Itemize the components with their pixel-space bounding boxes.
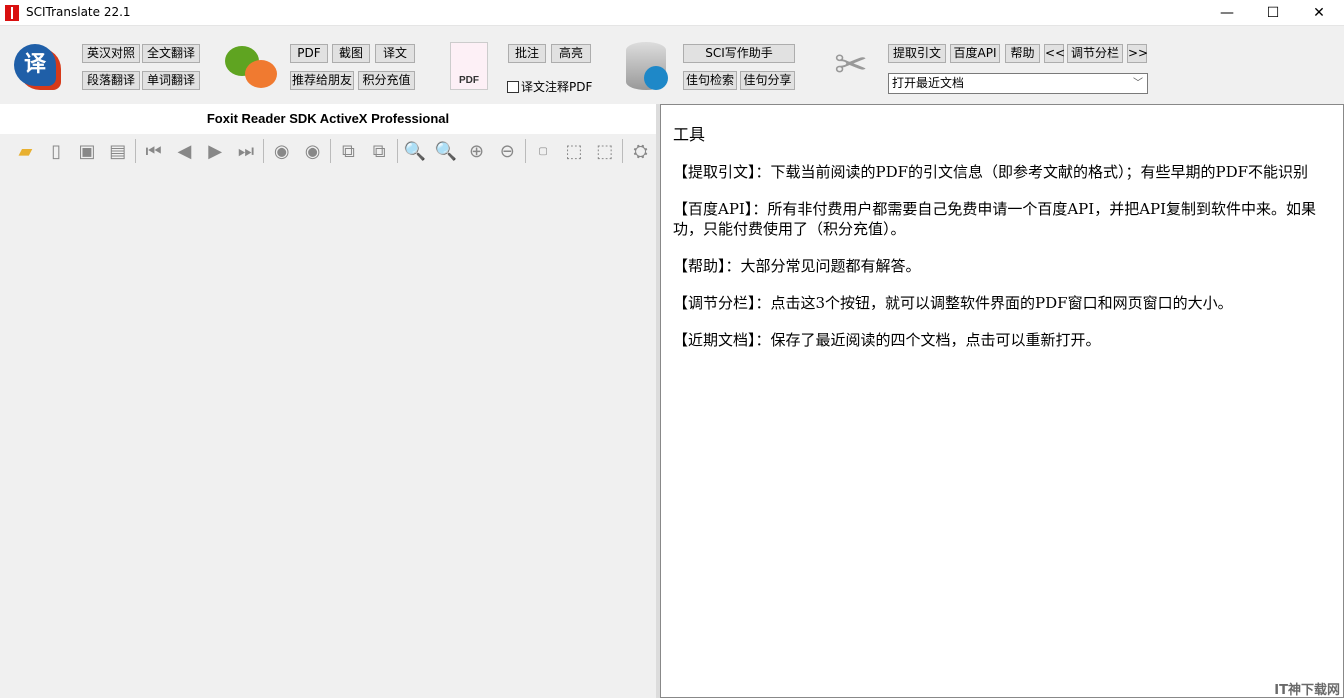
sci-writing-button[interactable]: SCI写作助手 <box>683 44 795 63</box>
minimize-button[interactable]: — <box>1204 0 1250 26</box>
adjust-columns-button[interactable]: 调节分栏 <box>1067 44 1123 63</box>
last-page-icon[interactable]: ⏭ <box>231 138 262 164</box>
shrink-left-button[interactable]: << <box>1044 44 1065 63</box>
actual-size-icon[interactable]: ▢ <box>528 138 559 164</box>
forward-icon[interactable]: ◉ <box>297 138 328 164</box>
paragraph-baidu-api-cont: 功，只能付费使用了（积分充值）。 <box>673 220 906 238</box>
pdf-panel-title: Foxit Reader SDK ActiveX Professional <box>0 104 656 134</box>
globe-icon <box>644 66 668 90</box>
divider <box>396 139 398 163</box>
pdf-file-icon[interactable]: PDF <box>450 42 488 90</box>
extract-citation-button[interactable]: 提取引文 <box>888 44 946 63</box>
divider <box>622 139 624 163</box>
main-toolbar: 译 英汉对照 全文翻译 段落翻译 单词翻译 PDF 截图 译文 推荐给朋友 积分… <box>0 26 1344 104</box>
paragraph-help: 【帮助】：大部分常见问题都有解答。 <box>673 257 921 275</box>
fit-width-icon[interactable]: ⬚ <box>589 138 620 164</box>
maximize-button[interactable]: ☐ <box>1250 0 1296 26</box>
zoom-out-icon[interactable]: 🔍 <box>430 138 461 164</box>
divider <box>329 139 331 163</box>
annotate-button[interactable]: 批注 <box>508 44 546 63</box>
annotate-pdf-checkbox[interactable]: 译文注释PDF <box>507 78 592 95</box>
expand-right-button[interactable]: >> <box>1127 44 1148 63</box>
sentence-share-button[interactable]: 佳句分享 <box>740 71 795 90</box>
divider <box>263 139 265 163</box>
translation-button[interactable]: 译文 <box>375 44 415 63</box>
pdf-panel: Foxit Reader SDK ActiveX Professional ▰ … <box>0 104 656 698</box>
pdf-button[interactable]: PDF <box>290 44 328 63</box>
plus-icon[interactable]: ⊕ <box>461 138 492 164</box>
first-page-icon[interactable]: ⏮ <box>138 138 169 164</box>
tools-icon[interactable]: ✂ <box>826 40 876 90</box>
word-translate-button[interactable]: 单词翻译 <box>142 71 200 90</box>
divider <box>524 139 526 163</box>
chevron-down-icon: ﹀ <box>1133 78 1143 89</box>
bilingual-button[interactable]: 英汉对照 <box>82 44 140 63</box>
paragraph-adjust-columns: 【调节分栏】：点击这3个按钮，就可以调整软件界面的PDF窗口和网页窗口的大小。 <box>673 294 1233 312</box>
find-icon[interactable]: ⛭ <box>625 138 656 164</box>
prev-page-icon[interactable]: ◀ <box>169 138 200 164</box>
checkbox-box[interactable] <box>507 80 519 93</box>
recent-docs-value: 打开最近文档 <box>892 76 965 90</box>
open-folder-icon[interactable]: ▰ <box>10 138 41 164</box>
full-translate-button[interactable]: 全文翻译 <box>142 44 200 63</box>
pdf-toolbar: ▰ ▯ ▣ ▤ ⏮ ◀ ▶ ⏭ ◉ ◉ ⧉ ⧉ 🔍 🔍 ⊕ ⊖ ▢ ⬚ ⬚ ⛭ <box>0 134 656 168</box>
help-content-panel: 工具 【提取引文】：下载当前阅读的PDF的引文信息（即参考文献的格式）；有些早期… <box>660 104 1344 698</box>
print-icon[interactable]: ▤ <box>102 138 133 164</box>
close-button[interactable]: ✕ <box>1296 0 1342 26</box>
fit-page-icon[interactable]: ⬚ <box>559 138 590 164</box>
recommend-button[interactable]: 推荐给朋友 <box>290 71 354 90</box>
recent-docs-dropdown[interactable]: 打开最近文档 ﹀ <box>888 73 1148 94</box>
wechat-icon-bubble <box>245 60 277 88</box>
help-button[interactable]: 帮助 <box>1005 44 1040 63</box>
baidu-api-button[interactable]: 百度API <box>950 44 1000 63</box>
sentence-search-button[interactable]: 佳句检索 <box>683 71 737 90</box>
credits-button[interactable]: 积分充值 <box>358 71 415 90</box>
title-bar: SCITranslate 22.1 — ☐ ✕ <box>0 0 1344 26</box>
app-icon <box>5 5 19 21</box>
paragraph-translate-button[interactable]: 段落翻译 <box>82 71 140 90</box>
paragraph-baidu-api: 【百度API】：所有非付费用户都需要自己免费申请一个百度API，并把API复制到… <box>673 200 1317 218</box>
divider <box>135 139 137 163</box>
highlight-button[interactable]: 高亮 <box>551 44 591 63</box>
watermark: IT神下载网 <box>1274 683 1340 698</box>
next-page-icon[interactable]: ▶ <box>200 138 231 164</box>
save-icon[interactable]: ▣ <box>72 138 103 164</box>
translate-icon[interactable]: 译 <box>14 44 56 86</box>
paragraph-extract-citation: 【提取引文】：下载当前阅读的PDF的引文信息（即参考文献的格式）；有些早期的PD… <box>673 163 1309 181</box>
paragraph-recent-docs: 【近期文档】：保存了最近阅读的四个文档，点击可以重新打开。 <box>673 331 1101 349</box>
rotate-left-icon[interactable]: ⧉ <box>364 138 395 164</box>
minus-icon[interactable]: ⊖ <box>492 138 523 164</box>
zoom-in-icon[interactable]: 🔍 <box>400 138 431 164</box>
window-title: SCITranslate 22.1 <box>26 5 131 19</box>
content-heading: 工具 <box>673 125 706 144</box>
rotate-right-icon[interactable]: ⧉ <box>333 138 364 164</box>
screenshot-button[interactable]: 截图 <box>332 44 370 63</box>
checkbox-label: 译文注释PDF <box>521 80 593 94</box>
back-icon[interactable]: ◉ <box>266 138 297 164</box>
import-icon[interactable]: ▯ <box>41 138 72 164</box>
